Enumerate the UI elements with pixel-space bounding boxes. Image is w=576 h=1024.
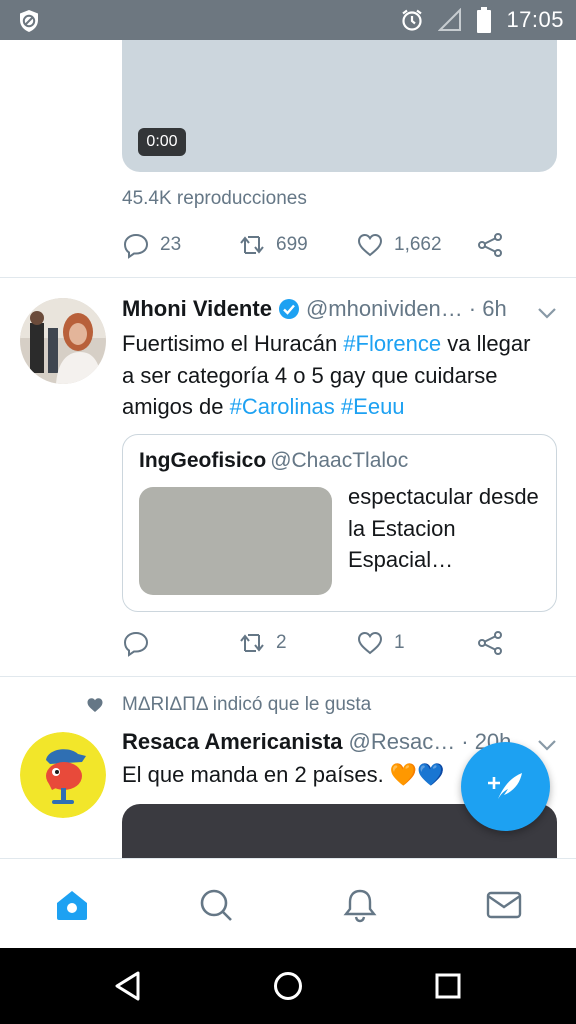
author-name[interactable]: Mhoni Vidente (122, 296, 272, 322)
avatar[interactable] (20, 298, 106, 384)
like-count: 1 (394, 632, 405, 653)
tab-search[interactable] (196, 885, 236, 925)
retweet-button[interactable]: 2 (238, 626, 287, 660)
tab-notifications[interactable] (340, 885, 380, 925)
quoted-tweet-header: IngGeofisico @ChaacTlaloc (139, 449, 408, 473)
quoted-media-thumbnail[interactable] (139, 487, 332, 595)
compose-tweet-button[interactable] (461, 742, 550, 831)
social-context-text: MΔRIΔПΔ indicó que le gusta (122, 694, 372, 715)
share-button[interactable] (476, 626, 504, 660)
like-button[interactable]: 1,662 (356, 228, 442, 262)
tweet-actions: 23 699 1,662 (122, 228, 512, 262)
verified-badge-icon (278, 299, 299, 319)
heart-icon (357, 233, 383, 257)
quoted-author-handle: @ChaacTlaloc (270, 449, 409, 472)
alarm-icon (402, 9, 423, 31)
video-thumbnail[interactable] (122, 40, 557, 172)
video-duration-badge: 0:00 (138, 128, 186, 156)
back-triangle-icon (115, 971, 140, 1001)
chevron-down-icon[interactable] (536, 734, 558, 756)
tweet-actions: 2 1 (122, 626, 512, 660)
bell-icon (343, 889, 377, 923)
tweet-divider (0, 277, 576, 278)
reply-icon (123, 233, 149, 259)
tweet-header: Mhoni Vidente @mhonividen… · 6h (122, 294, 542, 324)
bottom-tab-bar (0, 858, 576, 948)
share-button[interactable] (476, 228, 504, 262)
social-context: MΔRIΔПΔ indicó que le gusta (86, 691, 371, 719)
quoted-tweet-card[interactable]: IngGeofisico @ChaacTlaloc espectacular de… (122, 434, 557, 612)
like-count: 1,662 (394, 234, 442, 255)
video-view-count: 45.4K reproducciones (122, 188, 307, 209)
feather-plus-icon (487, 772, 522, 799)
hashtag-link[interactable]: #Florence (343, 331, 441, 356)
retweet-count: 2 (276, 632, 287, 653)
home-nav-button[interactable] (268, 966, 308, 1006)
chevron-down-icon[interactable] (536, 302, 558, 324)
status-bar: 17:05 (0, 0, 576, 40)
home-circle-icon (274, 972, 302, 1000)
retweet-icon (240, 236, 264, 254)
tweet-text-part: Fuertisimo el Huracán (122, 331, 344, 356)
share-icon (478, 233, 502, 257)
reply-button[interactable] (122, 626, 160, 660)
tab-home[interactable] (52, 885, 92, 925)
tweet-header: Resaca Americanista @Resac… · 20h (122, 727, 522, 757)
signal-icon (438, 8, 462, 31)
status-time: 17:05 (506, 7, 564, 32)
tweet-text: Fuertisimo el Huracán #Florence va llega… (122, 328, 542, 423)
tab-messages[interactable] (484, 885, 524, 925)
timeline-feed[interactable]: 0:00 45.4K reproducciones 23 699 1,662 M… (0, 40, 576, 858)
share-icon (478, 631, 502, 655)
quoted-tweet-text: espectacular desde la Estacion Espacial… (348, 484, 539, 572)
hashtag-link[interactable]: #Carolinas (230, 394, 335, 419)
hashtag-link[interactable]: #Eeuu (341, 394, 405, 419)
author-handle[interactable]: @mhonividen… (306, 296, 463, 322)
battery-icon (477, 7, 492, 33)
reply-button[interactable]: 23 (122, 228, 181, 262)
reply-icon (123, 631, 149, 657)
blocked-shield-icon (20, 10, 38, 32)
like-button[interactable]: 1 (356, 626, 405, 660)
envelope-icon (486, 891, 522, 919)
quoted-author-name: IngGeofisico (139, 449, 267, 472)
author-handle[interactable]: @Resac… (349, 729, 456, 755)
tweet-time: · 6h (468, 296, 507, 321)
retweet-count: 699 (276, 234, 308, 255)
system-navigation-bar (0, 948, 576, 1024)
recents-square-icon (435, 973, 461, 999)
search-icon (200, 889, 232, 921)
heart-icon (357, 631, 383, 655)
author-name[interactable]: Resaca Americanista (122, 729, 343, 755)
recents-button[interactable] (428, 966, 468, 1006)
retweet-icon (240, 634, 264, 652)
avatar[interactable] (20, 732, 106, 818)
tweet-divider (0, 676, 576, 677)
reply-count: 23 (160, 234, 182, 255)
home-icon (57, 891, 87, 920)
back-button[interactable] (108, 966, 148, 1006)
heart-filled-icon (87, 698, 103, 712)
retweet-button[interactable]: 699 (238, 228, 308, 262)
